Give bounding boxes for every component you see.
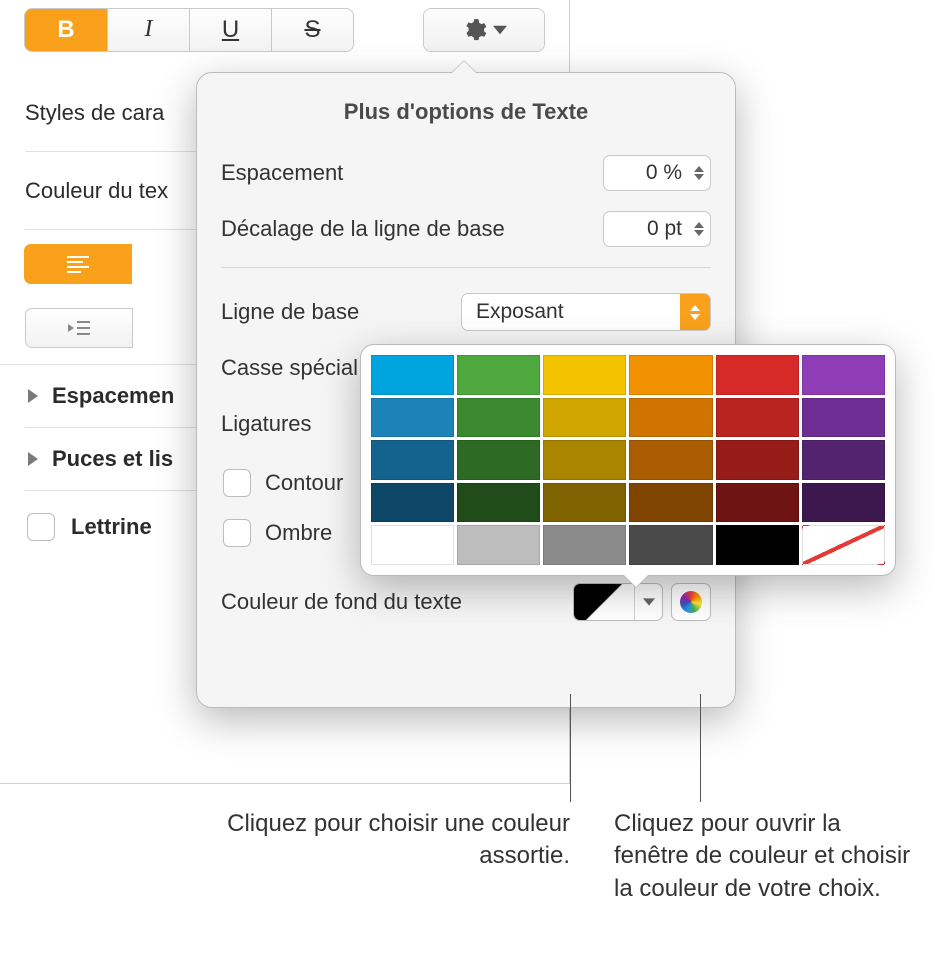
palette-swatch[interactable] bbox=[543, 355, 626, 395]
stepper-arrows-icon bbox=[694, 166, 704, 180]
bullets-label: Puces et lis bbox=[52, 446, 173, 472]
dropcap-label: Lettrine bbox=[71, 514, 152, 540]
style-segmented-control: B I U S bbox=[25, 9, 353, 51]
strikethrough-button[interactable]: S bbox=[271, 9, 353, 51]
palette-swatch[interactable] bbox=[543, 525, 626, 565]
baseline-value: Exposant bbox=[476, 300, 564, 324]
palette-swatch[interactable] bbox=[629, 398, 712, 438]
palette-swatch[interactable] bbox=[457, 355, 540, 395]
color-palette-popover bbox=[360, 344, 896, 576]
spacing-value: 0 % bbox=[646, 161, 682, 185]
palette-swatch[interactable] bbox=[371, 355, 454, 395]
baseline-shift-stepper[interactable]: 0 pt bbox=[603, 211, 711, 247]
palette-swatch[interactable] bbox=[629, 355, 712, 395]
spacing-label: Espacemen bbox=[52, 383, 174, 409]
palette-swatch[interactable] bbox=[543, 398, 626, 438]
palette-swatch[interactable] bbox=[457, 440, 540, 480]
callout-left: Cliquez pour choisir une couleur assorti… bbox=[208, 808, 570, 873]
palette-swatch[interactable] bbox=[716, 355, 799, 395]
outline-label: Contour bbox=[265, 470, 343, 496]
baseline-select[interactable]: Exposant bbox=[461, 293, 711, 331]
text-color-label: Couleur du tex bbox=[25, 178, 168, 204]
strike-label: S bbox=[304, 16, 320, 44]
more-options-button[interactable] bbox=[424, 9, 544, 51]
palette-swatch[interactable] bbox=[716, 483, 799, 523]
palette-swatch[interactable] bbox=[716, 440, 799, 480]
stepper-arrows-icon bbox=[694, 222, 704, 236]
spacing-stepper[interactable]: 0 % bbox=[603, 155, 711, 191]
shadow-checkbox[interactable] bbox=[223, 519, 251, 547]
spacing-row-label: Espacement bbox=[221, 160, 603, 186]
italic-label: I bbox=[145, 16, 153, 43]
italic-button[interactable]: I bbox=[107, 9, 189, 51]
color-swatch-icon bbox=[574, 584, 634, 620]
underline-label: U bbox=[222, 16, 239, 44]
color-wheel-button[interactable] bbox=[671, 583, 711, 621]
callout-leader-line bbox=[570, 694, 571, 802]
disclosure-triangle-icon bbox=[28, 389, 38, 403]
callout-right: Cliquez pour ouvrir la fenêtre de couleu… bbox=[614, 808, 912, 905]
baseline-shift-row: Décalage de la ligne de base 0 pt bbox=[221, 201, 711, 257]
underline-button[interactable]: U bbox=[189, 9, 271, 51]
palette-swatch[interactable] bbox=[802, 483, 885, 523]
palette-swatch[interactable] bbox=[802, 440, 885, 480]
char-styles-label: Styles de cara bbox=[25, 100, 164, 126]
text-bg-color-well[interactable] bbox=[573, 583, 663, 621]
palette-swatch-none[interactable] bbox=[802, 525, 885, 565]
palette-swatch[interactable] bbox=[371, 483, 454, 523]
palette-swatch[interactable] bbox=[716, 398, 799, 438]
popover-title: Plus d'options de Texte bbox=[197, 73, 735, 145]
palette-swatch[interactable] bbox=[457, 525, 540, 565]
baseline-shift-label: Décalage de la ligne de base bbox=[221, 216, 603, 242]
shadow-label: Ombre bbox=[265, 520, 332, 546]
dropcap-checkbox[interactable] bbox=[27, 513, 55, 541]
color-wheel-icon bbox=[680, 591, 702, 613]
baseline-label: Ligne de base bbox=[221, 299, 461, 325]
font-style-toolbar: B I U S bbox=[0, 0, 569, 56]
disclosure-triangle-icon bbox=[28, 452, 38, 466]
palette-swatch[interactable] bbox=[629, 440, 712, 480]
bold-button[interactable]: B bbox=[25, 9, 107, 51]
chevron-down-icon bbox=[634, 584, 662, 620]
palette-swatch[interactable] bbox=[629, 483, 712, 523]
baseline-shift-value: 0 pt bbox=[647, 217, 682, 241]
outdent-button[interactable] bbox=[25, 308, 133, 348]
palette-swatch[interactable] bbox=[802, 355, 885, 395]
palette-swatch[interactable] bbox=[543, 483, 626, 523]
palette-swatch[interactable] bbox=[457, 398, 540, 438]
palette-swatch[interactable] bbox=[457, 483, 540, 523]
spacing-row: Espacement 0 % bbox=[221, 145, 711, 201]
palette-swatch[interactable] bbox=[629, 525, 712, 565]
color-palette-grid bbox=[371, 355, 885, 565]
palette-swatch[interactable] bbox=[802, 398, 885, 438]
gear-icon bbox=[461, 17, 487, 43]
text-bg-color-label: Couleur de fond du texte bbox=[221, 589, 573, 615]
divider bbox=[221, 267, 711, 268]
chevron-down-icon bbox=[493, 23, 507, 37]
align-left-button[interactable] bbox=[24, 244, 132, 284]
callout-leader-line bbox=[700, 694, 701, 802]
palette-swatch[interactable] bbox=[371, 525, 454, 565]
palette-swatch[interactable] bbox=[716, 525, 799, 565]
outdent-icon bbox=[68, 320, 90, 336]
baseline-row: Ligne de base Exposant bbox=[221, 284, 711, 340]
palette-swatch[interactable] bbox=[543, 440, 626, 480]
palette-swatch[interactable] bbox=[371, 440, 454, 480]
bold-label: B bbox=[57, 16, 74, 44]
outline-checkbox[interactable] bbox=[223, 469, 251, 497]
select-arrows-icon bbox=[680, 294, 710, 330]
palette-swatch[interactable] bbox=[371, 398, 454, 438]
